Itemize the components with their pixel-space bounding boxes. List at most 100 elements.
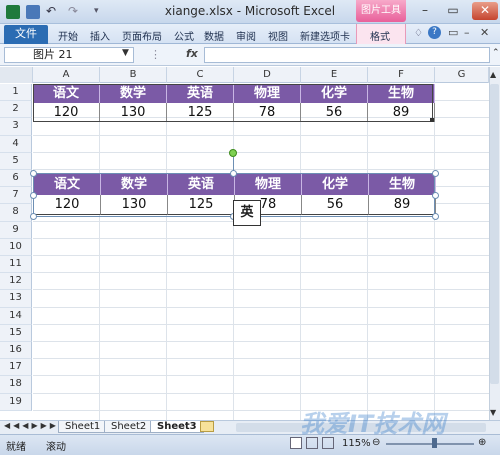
row-header[interactable]: 19 xyxy=(0,393,32,411)
ribbon-minimize-icon[interactable]: ♢ xyxy=(414,28,423,39)
help-icon[interactable]: ? xyxy=(428,26,441,39)
resize-handle-left[interactable] xyxy=(30,192,37,199)
save-icon[interactable] xyxy=(26,5,40,19)
row-header[interactable]: 13 xyxy=(0,290,32,308)
grid-line-h xyxy=(33,237,489,239)
scroll-up-icon[interactable]: ▲ xyxy=(490,70,496,79)
header-cell[interactable]: 数学 xyxy=(100,84,167,103)
zoom-slider-thumb[interactable] xyxy=(432,438,437,448)
resize-handle-top-left[interactable] xyxy=(30,170,37,177)
column-header-c[interactable]: C xyxy=(167,67,234,83)
row-header[interactable]: 8 xyxy=(0,204,32,222)
header-cell[interactable]: 英语 xyxy=(167,84,234,103)
picture-header-cell: 数学 xyxy=(101,174,168,195)
cancel-icon[interactable]: ⋮ xyxy=(150,48,161,61)
fill-handle[interactable] xyxy=(430,118,434,122)
formula-input[interactable] xyxy=(204,47,490,63)
row-header[interactable]: 9 xyxy=(0,221,32,239)
tab-data[interactable]: 数据 xyxy=(204,28,224,43)
row-header[interactable]: 14 xyxy=(0,307,32,325)
column-header-d[interactable]: D xyxy=(234,67,301,83)
value-cell[interactable]: 78 xyxy=(234,103,301,122)
sheet-tab-1[interactable]: Sheet1 xyxy=(58,421,108,433)
header-cell[interactable]: 语文 xyxy=(33,84,100,103)
resize-handle-bottom-left[interactable] xyxy=(30,213,37,220)
rotation-handle[interactable] xyxy=(229,149,237,157)
column-header-e[interactable]: E xyxy=(301,67,368,83)
window-restore-icon[interactable]: ▭ xyxy=(448,26,458,39)
column-header-g[interactable]: G xyxy=(435,67,489,83)
scroll-down-icon[interactable]: ▼ xyxy=(490,408,496,417)
insert-function-icon[interactable]: fx xyxy=(186,47,198,60)
row-header[interactable]: 2 xyxy=(0,101,32,119)
row-header[interactable]: 10 xyxy=(0,238,32,256)
grid-line-v xyxy=(233,84,234,420)
resize-handle-bottom-right[interactable] xyxy=(432,213,439,220)
row-header[interactable]: 17 xyxy=(0,359,32,377)
row-header[interactable]: 15 xyxy=(0,324,32,342)
vertical-scroll-thumb[interactable] xyxy=(490,84,499,384)
tab-formulas[interactable]: 公式 xyxy=(174,28,194,43)
redo-icon[interactable]: ↷ xyxy=(68,4,78,18)
close-button[interactable]: ✕ xyxy=(472,2,498,20)
grid-line-v xyxy=(367,84,368,420)
tab-file[interactable]: 文件 xyxy=(4,25,48,44)
column-header-f[interactable]: F xyxy=(368,67,435,83)
resize-handle-right[interactable] xyxy=(432,192,439,199)
sheet-nav-icon[interactable]: ◀◀◀▶▶▶ xyxy=(4,421,59,430)
row-header[interactable]: 11 xyxy=(0,256,32,274)
header-cell[interactable]: 化学 xyxy=(301,84,368,103)
sheet-tab-2[interactable]: Sheet2 xyxy=(104,421,154,433)
picture-value-cell: 120 xyxy=(34,195,101,215)
zoom-slider[interactable] xyxy=(386,443,474,445)
window-min-icon[interactable]: – xyxy=(464,26,470,39)
row-header[interactable]: 6 xyxy=(0,170,32,188)
grid-line-h xyxy=(33,306,489,308)
insert-sheet-icon[interactable] xyxy=(200,421,214,432)
tab-page-layout[interactable]: 页面布局 xyxy=(122,28,162,43)
row-header[interactable]: 12 xyxy=(0,273,32,291)
customize-qat-icon[interactable]: ▾ xyxy=(94,6,99,16)
undo-icon[interactable]: ↶ xyxy=(46,4,56,18)
zoom-level[interactable]: 115% xyxy=(342,438,371,449)
row-header[interactable]: 3 xyxy=(0,118,32,136)
value-cell[interactable]: 120 xyxy=(33,103,100,122)
column-header-b[interactable]: B xyxy=(100,67,167,83)
row-header[interactable]: 16 xyxy=(0,342,32,360)
row-header[interactable]: 5 xyxy=(0,152,32,170)
header-cell[interactable]: 物理 xyxy=(234,84,301,103)
tab-view[interactable]: 视图 xyxy=(268,28,288,43)
expand-formula-icon[interactable]: ⌃ xyxy=(492,48,500,58)
tab-format[interactable]: 格式 xyxy=(370,28,390,43)
value-cell[interactable]: 56 xyxy=(301,103,368,122)
normal-view-icon[interactable] xyxy=(290,437,302,449)
tab-review[interactable]: 审阅 xyxy=(236,28,256,43)
grid-line-v xyxy=(166,84,167,420)
page-break-view-icon[interactable] xyxy=(322,437,334,449)
row-header[interactable]: 7 xyxy=(0,187,32,205)
resize-handle-top[interactable] xyxy=(230,170,237,177)
horizontal-scrollbar[interactable] xyxy=(236,423,486,432)
row-header[interactable]: 18 xyxy=(0,376,32,394)
row-header[interactable]: 4 xyxy=(0,135,32,153)
resize-handle-top-right[interactable] xyxy=(432,170,439,177)
tab-new-tab[interactable]: 新建选项卡 xyxy=(300,28,350,43)
minimize-button[interactable]: – xyxy=(412,2,438,20)
sheet-tab-3[interactable]: Sheet3 xyxy=(150,421,204,433)
tab-insert[interactable]: 插入 xyxy=(90,28,110,43)
value-cell[interactable]: 130 xyxy=(100,103,167,122)
page-layout-view-icon[interactable] xyxy=(306,437,318,449)
zoom-out-icon[interactable]: ⊖ xyxy=(372,437,380,448)
row-header[interactable]: 1 xyxy=(0,84,32,102)
value-cell[interactable]: 125 xyxy=(167,103,234,122)
name-box[interactable]: 图片 21 xyxy=(4,47,134,63)
zoom-in-icon[interactable]: ⊕ xyxy=(478,437,486,448)
column-header-a[interactable]: A xyxy=(33,67,100,83)
tab-home[interactable]: 开始 xyxy=(58,28,78,43)
header-cell[interactable]: 生物 xyxy=(368,84,435,103)
workbook-close-icon[interactable]: ✕ xyxy=(480,26,489,39)
select-all-corner[interactable] xyxy=(0,67,33,83)
name-box-dropdown-icon[interactable]: ▼ xyxy=(122,48,129,58)
maximize-button[interactable]: ▭ xyxy=(440,2,466,20)
value-cell[interactable]: 89 xyxy=(368,103,435,122)
